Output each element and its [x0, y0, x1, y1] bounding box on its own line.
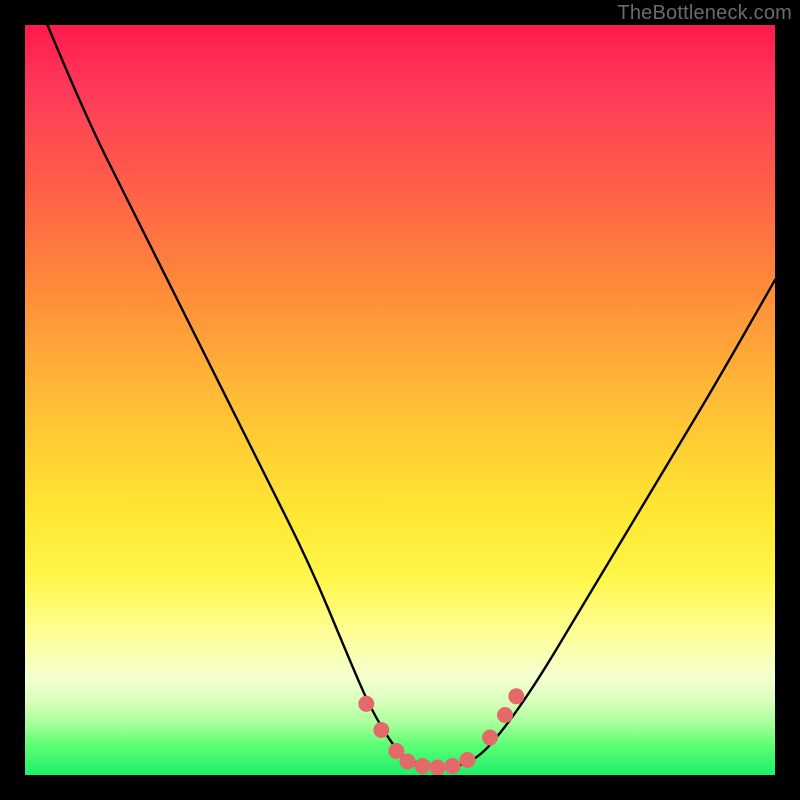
- chart-svg: [25, 25, 775, 775]
- plot-area: [25, 25, 775, 775]
- highlight-dot: [358, 696, 374, 712]
- highlight-dot: [508, 688, 524, 704]
- highlight-dot: [415, 758, 431, 774]
- bottleneck-curve: [48, 25, 776, 768]
- highlight-dot: [482, 730, 498, 746]
- highlight-dot: [497, 707, 513, 723]
- highlight-dot: [460, 752, 476, 768]
- highlight-dot: [430, 760, 446, 776]
- highlight-dot: [400, 754, 416, 770]
- chart-container: TheBottleneck.com: [0, 0, 800, 800]
- watermark-text: TheBottleneck.com: [617, 2, 792, 25]
- highlight-dot: [373, 722, 389, 738]
- highlight-dots: [358, 688, 524, 775]
- highlight-dot: [445, 758, 461, 774]
